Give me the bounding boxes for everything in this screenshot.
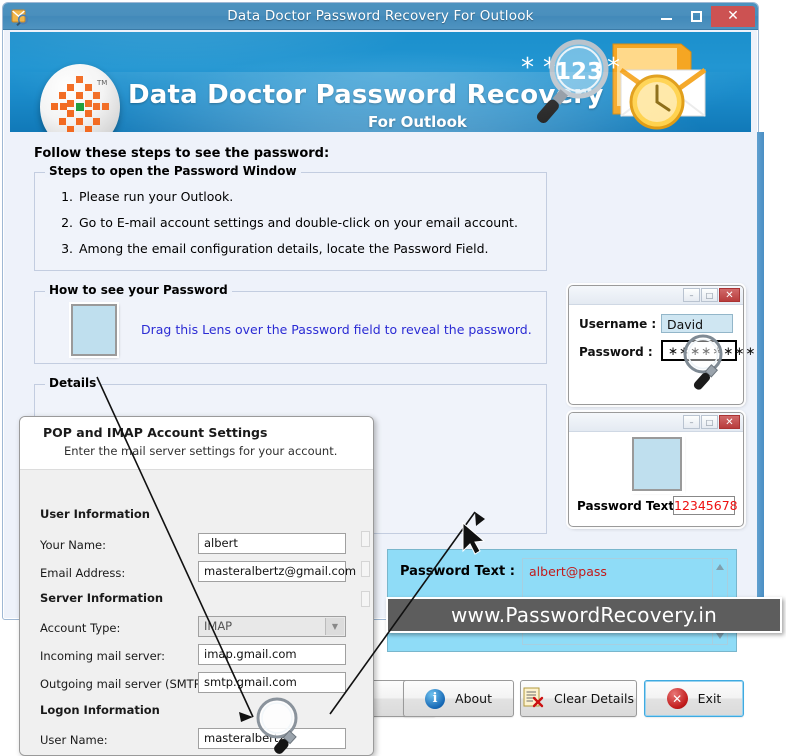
scroll-tick (361, 561, 370, 577)
watermark-text: www.PasswordRecovery.in (450, 603, 718, 627)
step-text: Among the email configuration details, l… (79, 241, 489, 256)
window-title: Data Doctor Password Recovery For Outloo… (227, 8, 534, 24)
email-address-label: Email Address: (40, 566, 126, 580)
banner-title: Data Doctor Password Recovery (128, 80, 604, 110)
exit-button-label: Exit (697, 691, 722, 706)
server-information-heading: Server Information (40, 591, 164, 605)
account-type-value: IMAP (204, 619, 233, 633)
steps-group: Steps to open the Password Window 1. Ple… (34, 164, 547, 271)
reveal-password-label: Password Text : (577, 499, 684, 513)
title-bar: Data Doctor Password Recovery For Outloo… (3, 3, 758, 30)
dialog-scrollbar[interactable] (361, 531, 370, 731)
logon-information-heading: Logon Information (40, 703, 160, 717)
scroll-tick (361, 591, 370, 607)
your-name-label: Your Name: (40, 538, 107, 552)
password-text-label: Password Text : (400, 564, 515, 579)
password-label: Password : (579, 345, 653, 359)
mini-window-controls: – □ ✕ (683, 288, 740, 302)
dialog-body: User Information Your Name: albert Email… (20, 471, 373, 755)
dialog-subheading: Enter the mail server settings for your … (64, 444, 338, 458)
your-name-field[interactable]: albert (198, 533, 346, 554)
scroll-up-icon[interactable] (716, 564, 724, 570)
mini-minimize-button[interactable]: – (683, 288, 700, 302)
details-group-title: Details (45, 376, 101, 390)
minimize-button[interactable] (651, 5, 681, 27)
clear-details-button-label: Clear Details (554, 691, 634, 706)
step-text: Go to E-mail account settings and double… (79, 215, 518, 230)
step-number: 1. (61, 189, 73, 204)
dialog-heading: POP and IMAP Account Settings (43, 425, 268, 440)
mini-window-controls: – □ ✕ (683, 415, 740, 429)
reveal-password-value: 12345678 (673, 496, 738, 515)
mini-title-bar: – □ ✕ (569, 286, 743, 305)
app-banner: TM Data Doctor Password Recovery For Out… (10, 32, 751, 132)
username-label: Username : (579, 317, 657, 331)
step-number: 2. (61, 215, 73, 230)
mini-minimize-button[interactable]: – (683, 415, 700, 429)
banner-artwork: * * * 123 (517, 34, 747, 132)
outlook-account-settings-dialog: POP and IMAP Account Settings Enter the … (19, 416, 374, 756)
how-to-group: How to see your Password Drag this Lens … (34, 283, 547, 364)
email-address-field[interactable]: masteralbertz@gmail.com (198, 561, 356, 582)
watermark-banner: www.PasswordRecovery.in (386, 597, 782, 633)
exit-button[interactable]: ✕ Exit (644, 680, 744, 717)
window-right-accent (757, 132, 764, 616)
svg-text:TM: TM (96, 79, 107, 87)
reveal-preview-window: – □ ✕ Password Text : 12345678 (568, 412, 744, 527)
window-controls: ✕ (651, 5, 755, 27)
outgoing-mail-server-label: Outgoing mail server (SMTP): (40, 677, 210, 691)
scroll-tick (361, 531, 370, 547)
password-text-value: albert@pass (529, 564, 607, 579)
mini-close-button[interactable]: ✕ (719, 288, 740, 302)
clear-document-icon (523, 687, 544, 711)
outgoing-mail-server-field[interactable]: smtp.gmail.com (198, 672, 346, 693)
exit-icon: ✕ (666, 688, 688, 709)
svg-text:*: * (607, 53, 620, 83)
scroll-down-icon[interactable] (716, 633, 724, 639)
password-field[interactable]: ∗∗∗∗∗∗∗∗ (661, 340, 755, 361)
clear-details-button[interactable]: Clear Details (520, 680, 637, 717)
user-name-field[interactable]: masteralbertz (198, 728, 346, 749)
draggable-lens[interactable] (71, 304, 117, 356)
step-number: 3. (61, 241, 73, 256)
user-information-heading: User Information (40, 507, 150, 521)
step-text: Please run your Outlook. (79, 189, 234, 204)
about-button[interactable]: i About (403, 680, 514, 717)
lens-preview (632, 437, 682, 491)
steps-group-title: Steps to open the Password Window (45, 164, 301, 178)
maximize-button[interactable] (681, 5, 711, 27)
user-name-label: User Name: (40, 733, 108, 747)
mini-close-button[interactable]: ✕ (719, 415, 740, 429)
lead-instruction: Follow these steps to see the password: (34, 146, 330, 161)
brand-logo: TM (40, 64, 120, 132)
about-button-label: About (455, 691, 492, 706)
how-to-text: Drag this Lens over the Password field t… (141, 322, 532, 337)
mini-maximize-button[interactable]: □ (701, 288, 718, 302)
incoming-mail-server-field[interactable]: imap.gmail.com (198, 644, 346, 665)
incoming-mail-server-label: Incoming mail server: (40, 649, 166, 663)
mini-title-bar: – □ ✕ (569, 413, 743, 432)
mini-maximize-button[interactable]: □ (701, 415, 718, 429)
account-type-label: Account Type: (40, 621, 121, 635)
svg-text:*: * (521, 53, 534, 83)
chevron-down-icon[interactable]: ▼ (325, 618, 344, 635)
account-type-dropdown[interactable]: IMAP ▼ (198, 616, 346, 637)
dialog-header: POP and IMAP Account Settings Enter the … (20, 417, 373, 470)
username-field[interactable]: David (661, 314, 733, 333)
how-to-group-title: How to see your Password (45, 283, 232, 297)
banner-subtitle: For Outlook (368, 113, 467, 131)
info-icon: i (425, 688, 446, 709)
close-button[interactable]: ✕ (711, 5, 755, 27)
svg-text:123: 123 (555, 59, 603, 85)
credentials-preview-window: – □ ✕ Username : David Password : ∗∗∗∗∗∗… (568, 285, 755, 405)
